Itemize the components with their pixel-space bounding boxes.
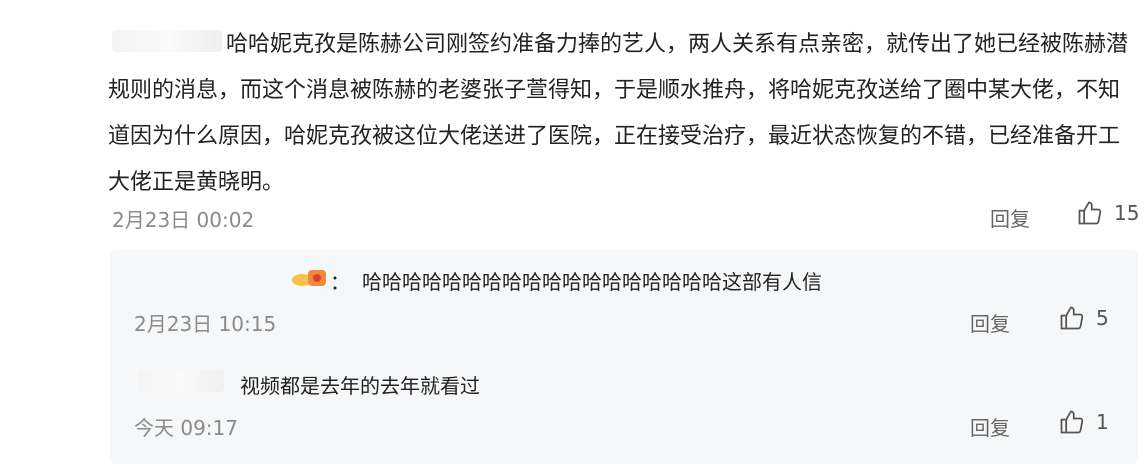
- like-count: 1: [1096, 410, 1109, 434]
- reply-timestamp: 2月23日 10:15: [134, 312, 277, 336]
- comment-timestamp: 2月23日 00:02: [112, 208, 255, 232]
- main-comment: 哈哈妮克孜是陈赫公司刚签约准备力捧的艺人，两人关系有点亲密，就传出了她已经被陈赫…: [0, 0, 1148, 245]
- reply-button[interactable]: 回复: [990, 203, 1030, 232]
- reply-separator: ：: [330, 270, 350, 294]
- reply-button[interactable]: 回复: [970, 412, 1010, 441]
- thumbs-up-icon: [1078, 201, 1102, 225]
- reply-text: 哈哈哈哈哈哈哈哈哈哈哈哈哈哈哈哈哈哈这部有人信: [362, 270, 822, 294]
- like-button[interactable]: 1: [1058, 408, 1109, 436]
- like-button[interactable]: 15: [1076, 199, 1139, 227]
- like-count: 5: [1096, 306, 1109, 330]
- replies-panel: ： 哈哈哈哈哈哈哈哈哈哈哈哈哈哈哈哈哈哈这部有人信 2月23日 10:15 回复…: [110, 250, 1138, 464]
- reply-text: 视频都是去年的去年就看过: [240, 374, 480, 398]
- like-button[interactable]: 5: [1058, 304, 1109, 332]
- thumbs-up-icon: [1060, 306, 1084, 330]
- like-count: 15: [1114, 201, 1140, 225]
- thumbs-up-icon: [1060, 410, 1084, 434]
- reply-button[interactable]: 回复: [970, 308, 1010, 337]
- reply-timestamp: 今天 09:17: [134, 416, 238, 440]
- username-blurred[interactable]: [138, 370, 224, 392]
- user-badge-icon[interactable]: [290, 266, 328, 290]
- comment-text: 哈哈妮克孜是陈赫公司刚签约准备力捧的艺人，两人关系有点亲密，就传出了她已经被陈赫…: [108, 32, 1129, 195]
